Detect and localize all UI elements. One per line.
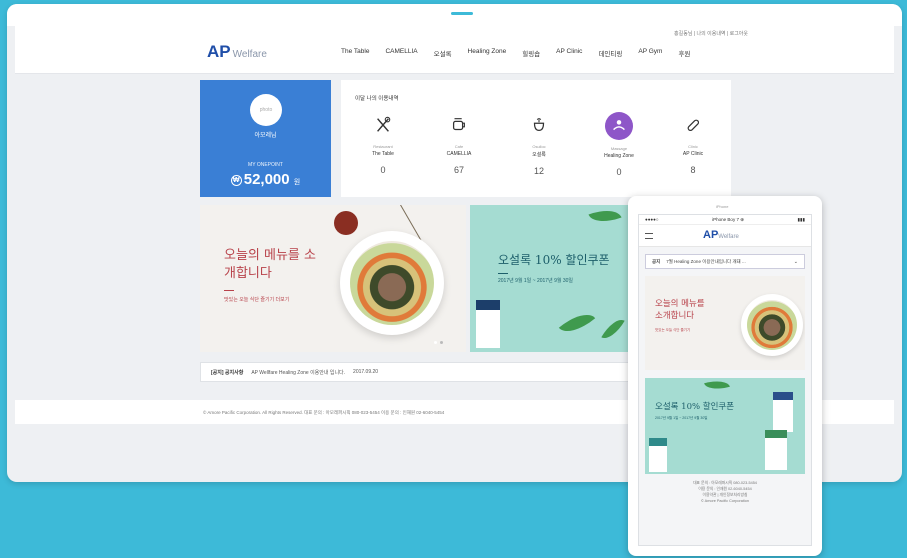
util-links[interactable]: 홍길동님 | 나의 이용내역 | 로그아웃 [674,30,748,37]
tea-box-image [765,430,787,470]
notice-text[interactable]: AP Wellfare Healing Zone 이용안내 입니다. [251,369,345,376]
mobile-menu-sub: 맛있는 오늘 식단 즐기기 [655,328,691,332]
tea-box-image [476,300,500,348]
mobile-coupon-title: 오설록 10% 할인쿠폰 [655,402,735,412]
mobile-coupon-sub: 2017년 9월 1일 ~ 2017년 9월 30일 [655,416,708,420]
notice-bar[interactable]: [공지] 공지사항 AP Wellfare Healing Zone 이용안내 … [200,362,640,382]
mobile-speaker: iPhone [716,204,729,209]
nav-item[interactable]: Healing Zone [468,48,507,58]
usage-title: 이달 나의 이용내역 [355,96,399,102]
menu-banner-title: 오늘의 메뉴를 소개합니다 [224,248,316,281]
menu-banner-sub: 맛있는 오늘 식단 즐기기 더보기 [224,297,290,303]
footer-text: © Amore Pacific Corporation. All Rights … [203,410,445,415]
pill-icon [680,112,706,138]
leaf-decoration [588,205,622,228]
leaf-decoration [558,305,596,341]
points-label: MY ONEPOINT [248,162,283,168]
bibimbap-image [340,231,444,335]
avatar[interactable]: photo [250,94,282,126]
usage-item-ap-clinic[interactable]: Clinic AP Clinic 8 [661,112,725,175]
mobile-notice-select[interactable]: 공지 7월 Healing Zone 이용안내입니다 개돼 ... ⌄ [645,254,805,269]
usage-item-camellia[interactable]: Cafe CAMELLIA 67 [427,112,491,175]
usage-count: 67 [453,165,464,175]
nav-item[interactable]: AP Clinic [556,48,582,58]
camera-indicator [451,12,473,15]
chevron-down-icon: ⌄ [793,259,798,265]
mobile-logo[interactable]: APWelfare [703,229,739,241]
nav-item[interactable]: 후원 [678,48,690,58]
notice-date: 2017.09.20 [353,369,379,375]
usage-panel: 이달 나의 이용내역 Restaurant The Table 0 Cafe C… [341,80,731,197]
nav-item[interactable]: 데인티링 [598,48,622,58]
leaf-decoration [601,314,625,344]
mobile-menu-title: 오늘의 메뉴를 소개합니다 [655,299,705,321]
coupon-banner-title: 오설록 10% 할인쿠폰 [498,253,610,267]
carousel-dots[interactable] [434,341,443,344]
menu-banner[interactable]: 오늘의 메뉴를 소개합니다 맛있는 오늘 식단 즐기기 더보기 [200,205,466,352]
mobile-header: APWelfare [639,225,811,247]
coupon-banner-sub: 2017년 9월 1일 ~ 2017년 9월 30일 [498,278,574,284]
usage-item-osulloc[interactable]: Osulloc 오설록 12 [507,112,571,176]
mobile-status-bar: ●●●●○ iPhone Boy 7 ⊕ ▮▮▮ [639,215,811,225]
nav-item[interactable]: CAMELLIA [385,48,417,58]
browser-top-bar [7,4,902,26]
mobile-menu-banner[interactable]: 오늘의 메뉴를 소개합니다 맛있는 오늘 식단 즐기기 [645,276,805,370]
cup-icon [446,112,472,138]
usage-count: 0 [616,167,622,177]
mobile-footer: 대표 문의 : 아모레퍼시픽 080-023-5454 이용 문의 : 인재원 … [639,474,811,510]
nav-item[interactable]: 오설록 [434,48,452,58]
site-logo[interactable]: AP Welfare [207,42,267,62]
tea-box-image [649,438,667,472]
usage-count: 0 [380,165,386,175]
hamburger-menu-icon[interactable] [645,233,653,239]
user-name: 아모레님 [254,133,277,139]
usage-count: 12 [533,166,544,176]
notice-label: [공지] 공지사항 [211,369,244,376]
mobile-coupon-banner[interactable]: 오설록 10% 할인쿠폰 2017년 9월 1일 ~ 2017년 9월 30일 [645,378,805,474]
main-nav: The Table CAMELLIA 오설록 Healing Zone 힐링숍 … [341,48,706,58]
nav-item[interactable]: The Table [341,48,369,58]
tea-box-image [773,392,793,432]
nav-item[interactable]: AP Gym [638,48,662,58]
leaf-decoration [704,378,730,393]
bibimbap-image [741,294,803,356]
fork-knife-icon [370,112,396,138]
usage-item-the-table[interactable]: Restaurant The Table 0 [351,112,415,175]
points-value: ₩52,000 원 [200,171,331,188]
osulloc-coupon-banner[interactable]: 오설록 10% 할인쿠폰 2017년 9월 1일 ~ 2017년 9월 30일 [470,205,640,352]
mobile-screen: ●●●●○ iPhone Boy 7 ⊕ ▮▮▮ APWelfare 공지 7월 He… [638,214,812,546]
mobile-device: iPhone ●●●●○ iPhone Boy 7 ⊕ ▮▮▮ APWelfare … [628,196,822,556]
tea-icon [526,112,552,138]
usage-count: 8 [690,165,696,175]
massage-icon [605,112,633,140]
site-header: AP Welfare 홍길동님 | 나의 이용내역 | 로그아웃 The Tabl… [15,26,894,74]
nav-item[interactable]: 힐링숍 [522,48,540,58]
profile-card: photo 아모레님 MY ONEPOINT ₩52,000 원 [200,80,331,197]
side-dish-image [334,211,358,235]
usage-item-healing-zone[interactable]: Massage Healing Zone 0 [587,112,651,177]
